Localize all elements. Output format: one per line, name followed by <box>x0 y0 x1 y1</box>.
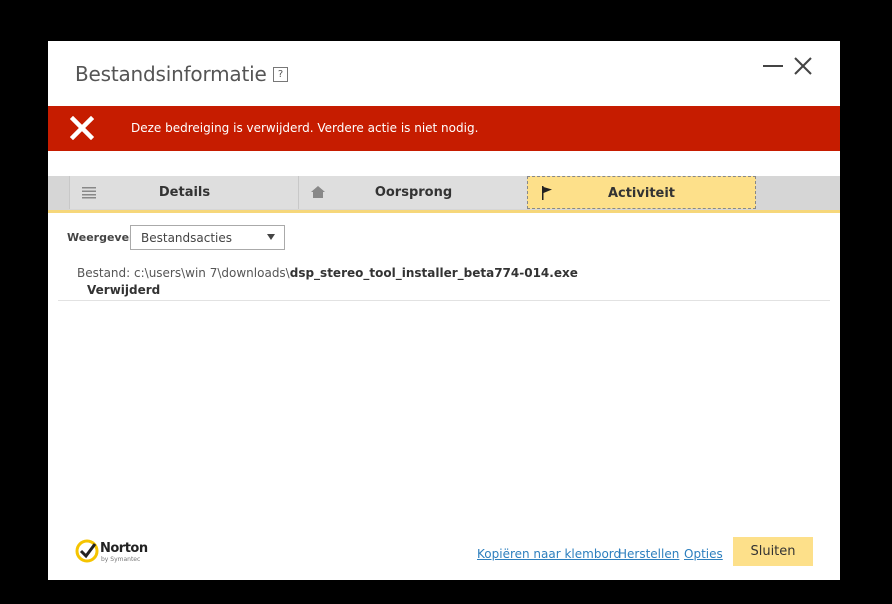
file-name: dsp_stereo_tool_installer_beta774-014.ex… <box>289 266 578 280</box>
tab-details[interactable]: Details <box>69 176 299 209</box>
view-select[interactable]: Bestandsacties <box>130 225 285 250</box>
close-button[interactable]: Sluiten <box>733 537 813 566</box>
x-icon <box>70 116 94 140</box>
tab-label: Oorsprong <box>374 185 453 200</box>
tab-label: Activiteit <box>607 186 676 201</box>
copy-to-clipboard-link[interactable]: Kopiëren naar klembord <box>477 547 621 561</box>
norton-logo: Norton by Symantec <box>75 539 148 567</box>
file-path-prefix: Bestand: c:\users\win 7\downloads\ <box>77 266 290 280</box>
minimize-icon[interactable] <box>763 65 783 67</box>
divider <box>58 300 830 301</box>
file-path: Bestand: c:\users\win 7\downloads\dsp_st… <box>77 266 578 280</box>
norton-check-icon <box>75 539 99 563</box>
file-info-dialog: Bestandsinformatie ? Deze bedreiging is … <box>48 41 840 580</box>
tab-activiteit[interactable]: Activiteit <box>527 176 756 209</box>
brand-sub: by Symantec <box>101 556 141 563</box>
threat-banner: Deze bedreiging is verwijderd. Verdere a… <box>48 106 840 151</box>
banner-message: Deze bedreiging is verwijderd. Verdere a… <box>131 121 479 135</box>
file-status: Verwijderd <box>87 283 161 297</box>
restore-link[interactable]: Herstellen <box>618 547 679 561</box>
chevron-down-icon <box>267 234 275 240</box>
brand-name: Norton <box>100 541 148 556</box>
help-icon[interactable]: ? <box>273 67 288 82</box>
tab-label: Details <box>158 185 211 200</box>
view-label: Weergeven <box>67 231 137 244</box>
dialog-title: Bestandsinformatie <box>75 62 267 86</box>
options-link[interactable]: Opties <box>684 547 723 561</box>
tab-underline <box>48 210 840 213</box>
tab-bar: Details Oorsprong Activiteit <box>48 176 840 213</box>
tab-oorsprong[interactable]: Oorsprong <box>298 176 528 209</box>
view-select-value: Bestandsacties <box>141 231 233 245</box>
close-icon[interactable] <box>792 55 814 77</box>
